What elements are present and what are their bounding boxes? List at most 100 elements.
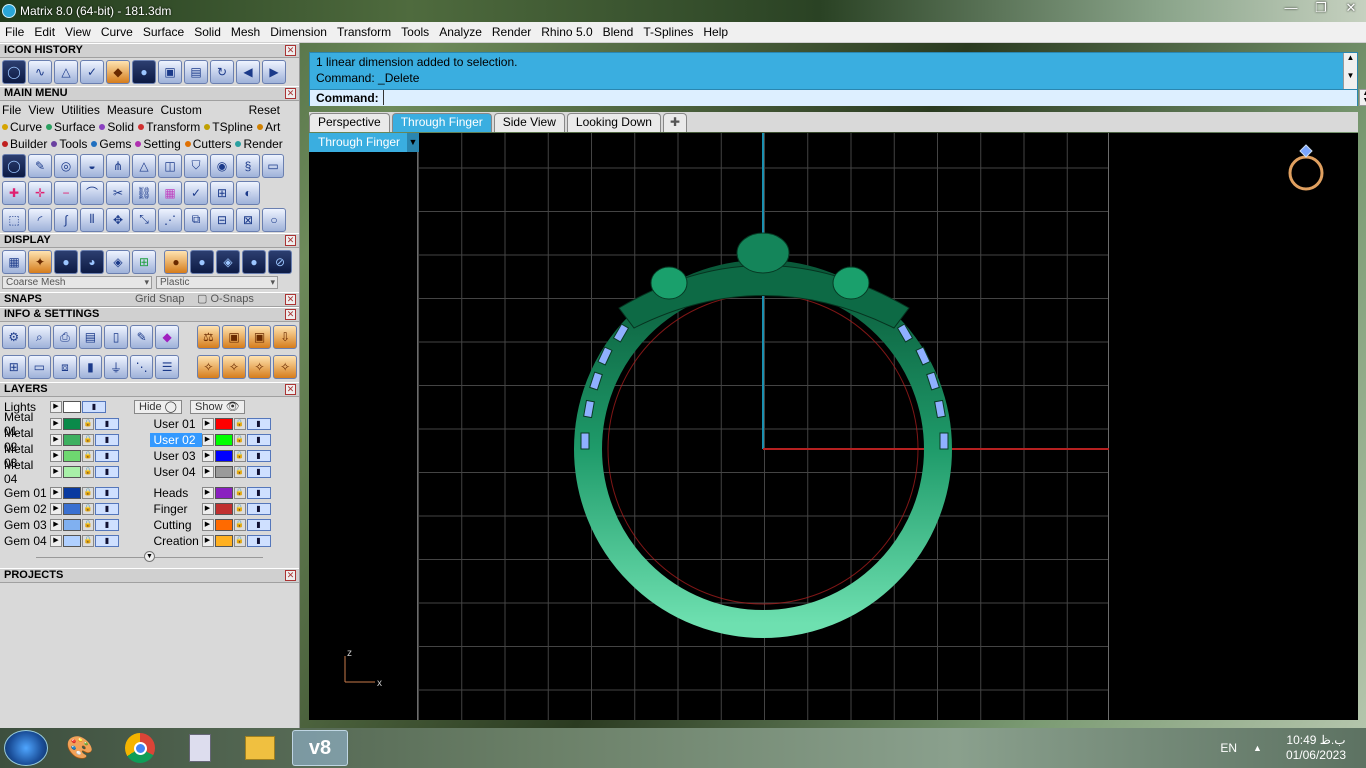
close-panel-icon[interactable]: ✕: [285, 384, 296, 395]
expand-arrow-icon[interactable]: ▶: [50, 487, 62, 499]
layer-color-swatch[interactable]: [63, 503, 81, 515]
lock-icon[interactable]: 🔒: [82, 418, 94, 430]
pick2-icon[interactable]: ✧: [222, 355, 246, 379]
lock-icon[interactable]: 🔒: [233, 434, 246, 446]
circle-tool-icon[interactable]: ◯: [2, 60, 26, 84]
glass-material-icon[interactable]: ⊘: [268, 250, 292, 274]
gem-tool-icon[interactable]: ◆: [106, 60, 130, 84]
tab-through-finger[interactable]: Through Finger: [391, 113, 492, 132]
ring-icon[interactable]: ◎: [54, 153, 78, 178]
lock-icon[interactable]: 🔒: [233, 535, 246, 547]
mm-setting[interactable]: Setting: [135, 137, 181, 151]
lock-icon[interactable]: 🔒: [233, 466, 246, 478]
lock-icon[interactable]: 🔒: [82, 519, 94, 531]
lights-visibility[interactable]: ▮: [82, 400, 106, 413]
expand-arrow-icon[interactable]: ▶: [201, 503, 214, 515]
cone-tool-icon[interactable]: △: [54, 60, 78, 84]
render-icon[interactable]: ◕: [80, 250, 104, 274]
sphere-tool-icon[interactable]: ●: [132, 60, 156, 84]
print-icon[interactable]: ⎙: [53, 325, 77, 349]
mm-cutters[interactable]: Cutters: [184, 137, 231, 151]
lock-icon[interactable]: 🔒: [82, 466, 94, 478]
layer-name[interactable]: Metal 04: [0, 458, 50, 486]
layer-visibility-toggle[interactable]: ▮: [95, 535, 119, 547]
lock-icon[interactable]: 🔒: [233, 503, 246, 515]
ring2-icon[interactable]: ◉: [210, 153, 234, 178]
array-icon[interactable]: ⋰: [158, 207, 182, 232]
viewports-icon[interactable]: ⊞: [2, 355, 26, 379]
layer-visibility-toggle[interactable]: ▮: [95, 450, 119, 462]
layer-visibility-toggle[interactable]: ▮: [246, 434, 271, 446]
cube-icon[interactable]: ◆: [155, 325, 179, 349]
dropdown-arrow-icon[interactable]: ▼: [407, 133, 419, 152]
layer-color-swatch[interactable]: [63, 450, 81, 462]
layer-color-swatch[interactable]: [63, 418, 81, 430]
layer-row[interactable]: User 04 ▶ 🔒 ▮: [150, 464, 300, 480]
box-tool-icon[interactable]: ▣: [158, 60, 182, 84]
menu-solid[interactable]: Solid: [189, 25, 226, 39]
osnaps-toggle[interactable]: ▢ O-Snaps: [197, 293, 254, 306]
layer-visibility-toggle[interactable]: ▮: [95, 519, 119, 531]
layer-color-swatch[interactable]: [63, 535, 81, 547]
tab-perspective[interactable]: Perspective: [309, 113, 390, 132]
layer-color-swatch[interactable]: [214, 503, 233, 515]
show-button[interactable]: Show 👁: [190, 399, 245, 414]
layer-row[interactable]: Gem 04 ▶ 🔒 ▮: [0, 533, 150, 549]
layer-name[interactable]: Gem 01: [0, 486, 50, 500]
mm-file[interactable]: File: [2, 103, 21, 117]
add-point2-icon[interactable]: ✛: [28, 180, 52, 205]
frame-icon[interactable]: ◫: [158, 153, 182, 178]
layer-visibility-toggle[interactable]: ▮: [95, 466, 119, 478]
explorer-app-icon[interactable]: [232, 730, 288, 766]
filter-icon[interactable]: ⏚: [104, 355, 128, 379]
layer-row[interactable]: User 03 ▶ 🔒 ▮: [150, 448, 300, 464]
splitter-handle[interactable]: ▼: [36, 551, 263, 563]
close-panel-icon[interactable]: ✕: [285, 294, 296, 305]
calculator-app-icon[interactable]: [172, 730, 228, 766]
layer-color-swatch[interactable]: [63, 466, 81, 478]
edit-icon[interactable]: ✎: [129, 325, 154, 349]
layer-name[interactable]: Finger: [150, 502, 202, 516]
layer-row[interactable]: Gem 03 ▶ 🔒 ▮: [0, 517, 150, 533]
expand-arrow-icon[interactable]: ▶: [50, 466, 62, 478]
settings-icon[interactable]: ⚙: [2, 325, 26, 349]
mm-art[interactable]: Art: [256, 120, 280, 134]
layer-name[interactable]: Gem 04: [0, 534, 50, 548]
trim-icon[interactable]: ⊠: [236, 207, 260, 232]
pick4-icon[interactable]: ✧: [273, 355, 297, 379]
close-panel-icon[interactable]: ✕: [285, 45, 296, 56]
layer-color-swatch[interactable]: [214, 434, 233, 446]
menu-surface[interactable]: Surface: [138, 25, 189, 39]
menu-dimension[interactable]: Dimension: [265, 25, 332, 39]
viewport-label[interactable]: Through Finger ▼: [309, 133, 419, 152]
gold-material-icon[interactable]: ●: [164, 250, 188, 274]
shaded-icon[interactable]: ●: [54, 250, 78, 274]
lock-icon[interactable]: 🔒: [82, 535, 94, 547]
layer-name[interactable]: Gem 03: [0, 518, 50, 532]
report2-icon[interactable]: ▣: [247, 325, 272, 349]
layer-color-swatch[interactable]: [214, 535, 233, 547]
split2-icon[interactable]: ⫴: [80, 207, 104, 232]
layer-color-swatch[interactable]: [63, 434, 81, 446]
monitor-icon[interactable]: ▭: [27, 355, 52, 379]
remove-point-icon[interactable]: −: [54, 180, 78, 205]
layer-name[interactable]: Heads: [150, 486, 202, 500]
menu-render[interactable]: Render: [487, 25, 536, 39]
pattern-icon[interactable]: ▦: [158, 180, 182, 205]
layer-row[interactable]: Gem 02 ▶ 🔒 ▮: [0, 501, 150, 517]
lock-icon[interactable]: 🔒: [82, 450, 94, 462]
grid-view-icon[interactable]: ⊞: [132, 250, 156, 274]
layer-visibility-toggle[interactable]: ▮: [246, 466, 271, 478]
close-panel-icon[interactable]: ✕: [285, 309, 296, 320]
matrix-taskbar-icon[interactable]: v8: [292, 730, 348, 766]
close-button[interactable]: ✕: [1336, 0, 1366, 18]
weight-icon[interactable]: ⚖: [196, 325, 221, 349]
box3d-icon[interactable]: ⧈: [53, 355, 77, 379]
close-panel-icon[interactable]: ✕: [285, 235, 296, 246]
layer-visibility-toggle[interactable]: ▮: [95, 434, 119, 446]
expand-arrow-icon[interactable]: ▶: [50, 519, 62, 531]
tab-looking-down[interactable]: Looking Down: [566, 113, 661, 132]
metal-material-icon[interactable]: ●: [242, 250, 266, 274]
cone-icon[interactable]: △: [132, 153, 156, 178]
link-icon[interactable]: ⛓: [132, 180, 156, 205]
